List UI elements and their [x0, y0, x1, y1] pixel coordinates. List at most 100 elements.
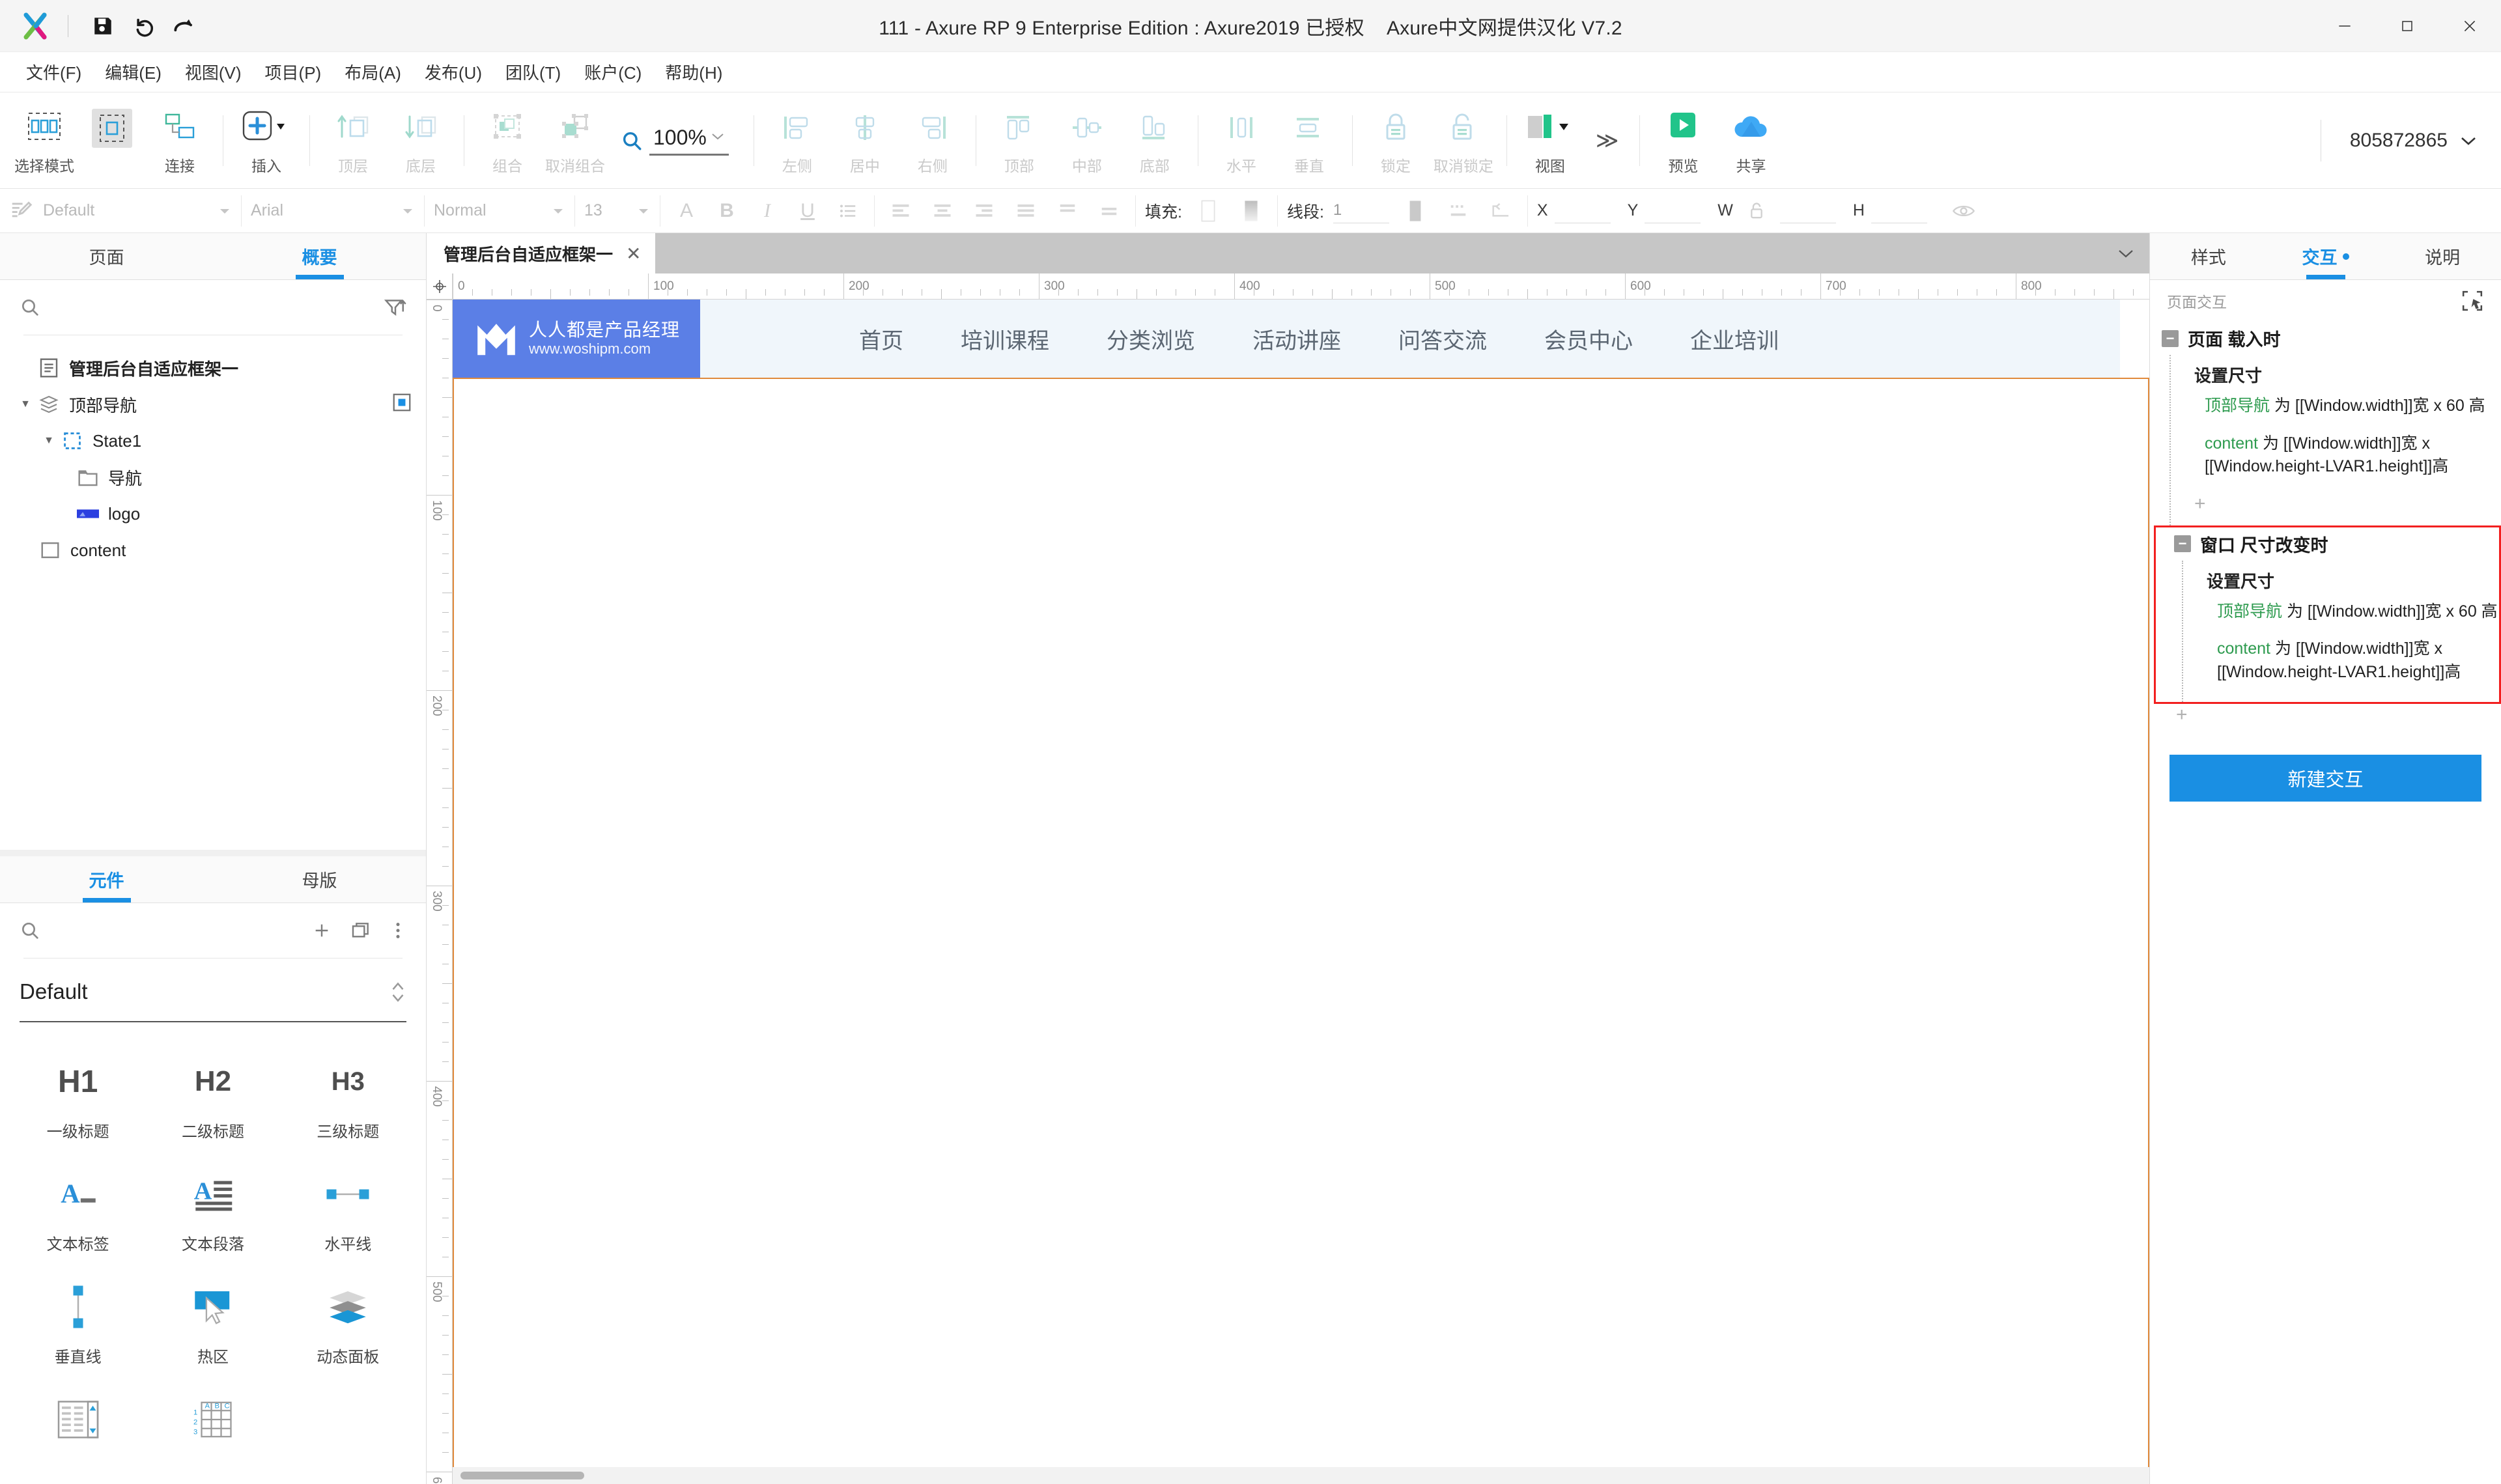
logo-widget[interactable]: 人人都是产品经理 www.woshipm.com [453, 300, 700, 378]
zoom-level[interactable]: 100% [649, 126, 729, 156]
maximize-button[interactable] [2376, 0, 2438, 52]
nav-item-events[interactable]: 活动讲座 [1224, 323, 1370, 355]
bring-to-front-button[interactable]: 顶层 [319, 98, 387, 184]
nav-item-qa[interactable]: 问答交流 [1370, 323, 1516, 355]
unlock-button[interactable]: 取消锁定 [1430, 98, 1497, 184]
library-item-blank[interactable] [281, 1377, 416, 1467]
library-item-h2[interactable]: H2 二级标题 [145, 1039, 280, 1152]
kebab-menu-icon[interactable] [389, 920, 406, 941]
add-action-button[interactable]: + [2150, 704, 2501, 733]
line-color-swatch[interactable] [1398, 194, 1432, 228]
ungroup-button[interactable]: 取消组合 [541, 98, 609, 184]
style-selector[interactable]: Default [0, 189, 241, 233]
canvas-tab-overflow[interactable] [2117, 233, 2149, 273]
library-item-h3[interactable]: H3 三级标题 [281, 1039, 416, 1152]
design-canvas[interactable]: 人人都是产品经理 www.woshipm.com 首页 培训课程 分类浏览 活动… [453, 300, 2149, 1484]
align-right-button[interactable]: 右侧 [899, 98, 967, 184]
tab-style[interactable]: 样式 [2150, 233, 2267, 279]
nav-item-member[interactable]: 会员中心 [1516, 323, 1661, 355]
x-input[interactable] [1554, 198, 1611, 223]
menu-file[interactable]: 文件(F) [14, 55, 93, 89]
account-menu[interactable]: 805872865 [2304, 119, 2501, 161]
event-header[interactable]: − 页面 载入时 [2162, 322, 2501, 355]
fill-color-swatch[interactable] [1191, 194, 1225, 228]
copy-icon[interactable] [350, 920, 371, 941]
tab-widgets[interactable]: 元件 [0, 856, 213, 903]
insert-button[interactable]: 插入 [233, 98, 300, 184]
tab-masters[interactable]: 母版 [213, 856, 426, 903]
library-search-input[interactable] [49, 921, 302, 940]
select-target-icon[interactable] [2461, 289, 2484, 313]
font-size-selector[interactable]: 13 [575, 189, 660, 233]
content-widget[interactable] [453, 378, 2149, 1484]
menu-team[interactable]: 团队(T) [494, 55, 572, 89]
action-line[interactable]: content 为 [[Window.width]]宽 x [[Window.h… [2217, 637, 2499, 684]
tab-outline[interactable]: 概要 [213, 233, 426, 279]
menu-layout[interactable]: 布局(A) [333, 55, 413, 89]
align-bottom-button[interactable]: 底部 [1121, 98, 1189, 184]
text-color-icon[interactable]: A [670, 194, 703, 228]
nav-item-courses[interactable]: 培训课程 [932, 323, 1078, 355]
library-selector[interactable]: Default [20, 962, 406, 1022]
library-item-hotspot[interactable]: 热区 [145, 1265, 280, 1377]
collapse-icon[interactable]: − [2162, 329, 2179, 347]
align-text-middle-icon[interactable] [1092, 194, 1126, 228]
tree-item-content[interactable]: content [0, 532, 426, 568]
top-nav-widget[interactable]: 人人都是产品经理 www.woshipm.com 首页 培训课程 分类浏览 活动… [453, 300, 2120, 378]
lock-aspect-icon[interactable] [1740, 194, 1773, 228]
toolbar-overflow-button[interactable]: ≫ [1584, 128, 1631, 154]
bold-icon[interactable]: B [710, 194, 744, 228]
select-contained-mode-button[interactable] [78, 98, 146, 184]
preview-button[interactable]: 预览 [1649, 98, 1717, 184]
close-button[interactable] [2438, 0, 2501, 52]
distribute-vertical-button[interactable]: 垂直 [1275, 98, 1343, 184]
plus-icon[interactable] [311, 920, 332, 941]
align-top-button[interactable]: 顶部 [985, 98, 1053, 184]
y-input[interactable] [1645, 198, 1701, 223]
undo-button[interactable] [123, 6, 163, 46]
save-button[interactable] [83, 6, 123, 46]
library-item-listbox[interactable] [10, 1377, 145, 1467]
tab-interactions[interactable]: 交互 [2267, 233, 2384, 279]
action-line[interactable]: content 为 [[Window.width]]宽 x [[Window.h… [2205, 432, 2501, 479]
send-to-back-button[interactable]: 底层 [387, 98, 455, 184]
library-item-dynamic-panel[interactable]: 动态面板 [281, 1265, 416, 1377]
nav-item-home[interactable]: 首页 [830, 323, 932, 355]
align-text-justify-icon[interactable] [1009, 194, 1043, 228]
tree-arrow-expanded[interactable]: ▼ [14, 399, 36, 410]
nav-item-enterprise[interactable]: 企业培训 [1661, 323, 1807, 355]
menu-account[interactable]: 账户(C) [572, 55, 653, 89]
tree-item-nav[interactable]: 导航 [0, 459, 426, 496]
tree-item-top-nav[interactable]: ▼ 顶部导航 [0, 386, 426, 423]
line-width-input[interactable] [1333, 198, 1389, 223]
visibility-eye-icon[interactable] [1947, 194, 1981, 228]
tree-item-logo[interactable]: logo [0, 496, 426, 532]
distribute-horizontal-button[interactable]: 水平 [1208, 98, 1275, 184]
menu-edit[interactable]: 编辑(E) [93, 55, 173, 89]
line-style-icon[interactable] [1441, 194, 1475, 228]
action-line[interactable]: 顶部导航 为 [[Window.width]]宽 x 60 高 [2217, 600, 2499, 624]
tree-item-page[interactable]: 管理后台自适应框架一 [0, 350, 426, 386]
canvas-tab[interactable]: 管理后台自适应框架一 ✕ [427, 233, 656, 273]
library-item-paragraph[interactable]: A 文本段落 [145, 1152, 280, 1265]
minimize-button[interactable] [2313, 0, 2376, 52]
share-button[interactable]: 共享 [1717, 98, 1785, 184]
fill-gradient-swatch[interactable] [1234, 194, 1268, 228]
action-line[interactable]: 顶部导航 为 [[Window.width]]宽 x 60 高 [2205, 395, 2501, 418]
align-text-left-icon[interactable] [884, 194, 918, 228]
align-left-button[interactable]: 左侧 [763, 98, 831, 184]
new-interaction-button[interactable]: 新建交互 [2169, 755, 2481, 802]
outline-search-input[interactable] [49, 298, 375, 317]
align-middle-button[interactable]: 中部 [1053, 98, 1121, 184]
font-weight-selector[interactable]: Normal [425, 189, 574, 233]
close-icon[interactable]: ✕ [626, 243, 641, 264]
h-input[interactable] [1871, 198, 1927, 223]
zoom-control[interactable]: 100% [621, 126, 729, 156]
library-item-h1[interactable]: H1 一级标题 [10, 1039, 145, 1152]
connect-button[interactable]: 连接 [146, 98, 214, 184]
menu-project[interactable]: 项目(P) [253, 55, 333, 89]
align-text-top-icon[interactable] [1051, 194, 1084, 228]
scrollbar-thumb[interactable] [460, 1472, 584, 1479]
menu-help[interactable]: 帮助(H) [653, 55, 734, 89]
library-item-table[interactable]: 1 2 3 ABC [145, 1377, 280, 1467]
